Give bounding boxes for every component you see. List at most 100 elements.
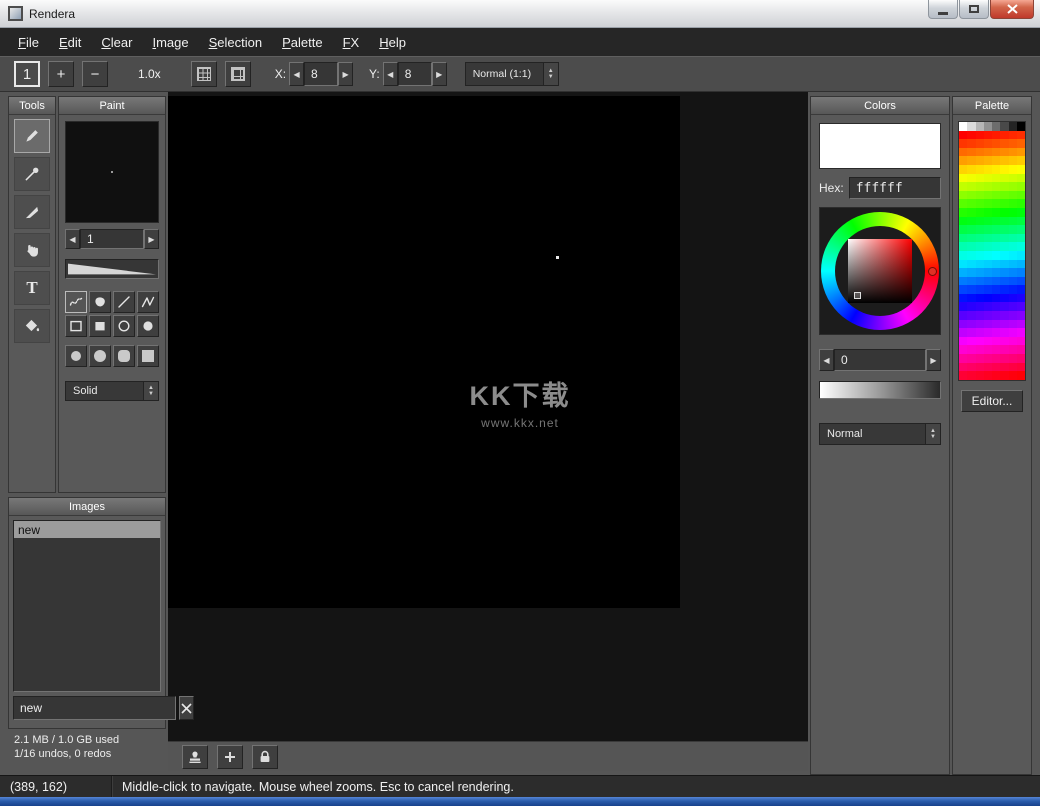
palette-cell[interactable]	[1017, 328, 1025, 337]
palette-cell[interactable]	[1017, 234, 1025, 243]
stroke-oval-button[interactable]	[113, 315, 135, 337]
palette-cell[interactable]	[984, 302, 992, 311]
palette-cell[interactable]	[1017, 354, 1025, 363]
canvas-scroll-area[interactable]: KK下载 www.kkx.net	[168, 92, 808, 741]
palette-cell[interactable]	[992, 251, 1000, 260]
palette-cell[interactable]	[1017, 148, 1025, 157]
palette-cell[interactable]	[1009, 131, 1017, 140]
palette-cell[interactable]	[959, 208, 967, 217]
blend-mode-dropdown[interactable]: Normal ▲▼	[819, 423, 941, 445]
palette-cell[interactable]	[959, 294, 967, 303]
grid-x-value[interactable]: 8	[304, 62, 338, 86]
palette-cell[interactable]	[967, 371, 975, 380]
palette-cell[interactable]	[1009, 268, 1017, 277]
palette-cell[interactable]	[1017, 156, 1025, 165]
palette-cell[interactable]	[984, 363, 992, 372]
palette-cell[interactable]	[959, 182, 967, 191]
stroke-line-button[interactable]	[113, 291, 135, 313]
palette-cell[interactable]	[984, 148, 992, 157]
palette-cell[interactable]	[992, 294, 1000, 303]
palette-cell[interactable]	[984, 311, 992, 320]
palette-cell[interactable]	[959, 354, 967, 363]
palette-cell[interactable]	[959, 199, 967, 208]
palette-cell[interactable]	[1017, 345, 1025, 354]
palette-cell[interactable]	[992, 182, 1000, 191]
palette-cell[interactable]	[1009, 363, 1017, 372]
palette-cell[interactable]	[1017, 217, 1025, 226]
paint-mode-dropdown[interactable]: Solid ▲▼	[65, 381, 159, 401]
palette-cell[interactable]	[967, 311, 975, 320]
palette-cell[interactable]	[967, 328, 975, 337]
palette-cell[interactable]	[976, 131, 984, 140]
palette-cell[interactable]	[1009, 242, 1017, 251]
palette-cell[interactable]	[992, 337, 1000, 346]
palette-cell[interactable]	[1017, 251, 1025, 260]
tool-crop[interactable]	[14, 195, 50, 229]
brush-size-value[interactable]: 1	[80, 229, 144, 249]
palette-cell[interactable]	[959, 242, 967, 251]
palette-cell[interactable]	[959, 285, 967, 294]
palette-cell[interactable]	[1009, 156, 1017, 165]
palette-cell[interactable]	[976, 208, 984, 217]
constrain-button[interactable]	[252, 745, 278, 769]
palette-cell[interactable]	[976, 337, 984, 346]
clone-button[interactable]	[182, 745, 208, 769]
palette-cell[interactable]	[1009, 182, 1017, 191]
palette-cell[interactable]	[976, 285, 984, 294]
palette-cell[interactable]	[1000, 208, 1008, 217]
palette-cell[interactable]	[959, 311, 967, 320]
palette-cell[interactable]	[1009, 199, 1017, 208]
palette-cell[interactable]	[967, 354, 975, 363]
image-list[interactable]: new	[13, 520, 161, 692]
palette-cell[interactable]	[984, 320, 992, 329]
palette-cell[interactable]	[984, 268, 992, 277]
palette-cell[interactable]	[1009, 285, 1017, 294]
palette-cell[interactable]	[984, 234, 992, 243]
palette-cell[interactable]	[959, 217, 967, 226]
palette-cell[interactable]	[976, 302, 984, 311]
palette-cell[interactable]	[1000, 217, 1008, 226]
palette-cell[interactable]	[967, 363, 975, 372]
zoom-in-button[interactable]: +	[48, 61, 74, 87]
grid-toggle-button[interactable]	[191, 61, 217, 87]
tool-text[interactable]: T	[14, 271, 50, 305]
palette-cell[interactable]	[1009, 148, 1017, 157]
palette-cell[interactable]	[1009, 354, 1017, 363]
palette-cell[interactable]	[1009, 191, 1017, 200]
palette-cell[interactable]	[976, 148, 984, 157]
tool-getcolor[interactable]	[14, 157, 50, 191]
palette-cell[interactable]	[1000, 285, 1008, 294]
stroke-freehand-button[interactable]	[65, 291, 87, 313]
palette-cell[interactable]	[967, 131, 975, 140]
menu-item-image[interactable]: Image	[142, 30, 198, 55]
palette-cell[interactable]	[984, 285, 992, 294]
palette-cell[interactable]	[967, 260, 975, 269]
palette-cell[interactable]	[984, 337, 992, 346]
brush-shape-round-small-button[interactable]	[65, 345, 87, 367]
palette-cell[interactable]	[1017, 191, 1025, 200]
palette-cell[interactable]	[976, 199, 984, 208]
palette-cell[interactable]	[1000, 234, 1008, 243]
palette-cell[interactable]	[959, 156, 967, 165]
palette-cell[interactable]	[959, 148, 967, 157]
trans-gradient-bar[interactable]	[819, 381, 941, 399]
image-name-input[interactable]	[13, 696, 176, 720]
palette-cell[interactable]	[959, 122, 967, 131]
palette-cell[interactable]	[1000, 182, 1008, 191]
palette-cell[interactable]	[1000, 345, 1008, 354]
palette-cell[interactable]	[976, 345, 984, 354]
palette-cell[interactable]	[1017, 294, 1025, 303]
palette-cell[interactable]	[967, 148, 975, 157]
palette-cell[interactable]	[984, 277, 992, 286]
view-mode-dropdown[interactable]: Normal (1:1) ▲▼	[465, 62, 559, 86]
taskbar-edge[interactable]	[0, 797, 1040, 806]
palette-cell[interactable]	[976, 139, 984, 148]
palette-cell[interactable]	[984, 251, 992, 260]
close-button[interactable]	[990, 0, 1034, 19]
palette-cell[interactable]	[959, 277, 967, 286]
palette-cell[interactable]	[992, 354, 1000, 363]
brush-size-increment-button[interactable]: ▶	[144, 229, 159, 249]
zoom-out-button[interactable]: −	[82, 61, 108, 87]
palette-cell[interactable]	[1000, 225, 1008, 234]
palette-cell[interactable]	[1017, 208, 1025, 217]
